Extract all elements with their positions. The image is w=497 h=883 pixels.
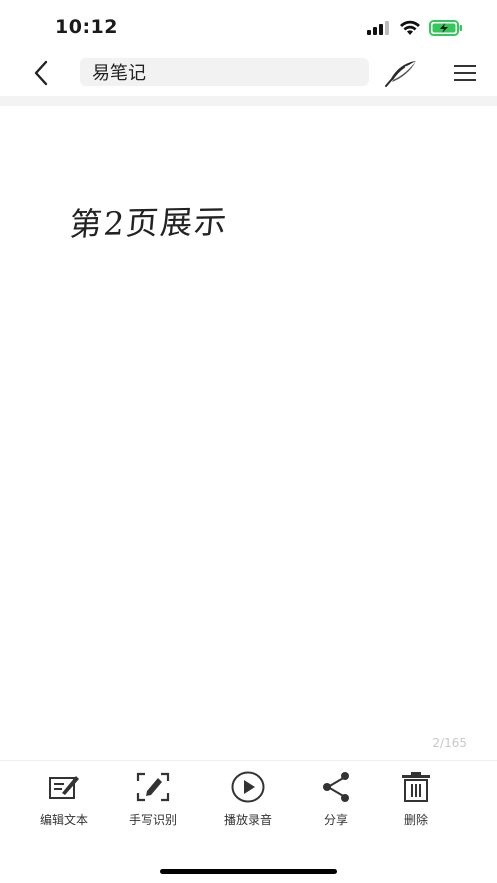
play-circle-icon [231,771,265,803]
home-indicator [160,869,337,874]
share-icon [323,772,349,802]
wifi-icon [400,20,420,35]
hamburger-menu-icon [454,65,476,81]
pen-tool-button[interactable] [383,56,419,90]
note-title-field[interactable]: 易笔记 [80,58,369,86]
handwriting-recognition-label: 手写识别 [128,813,177,827]
chevron-left-icon [34,60,48,86]
feather-pen-icon [385,61,416,87]
menu-button[interactable] [450,58,480,88]
trash-icon [402,772,430,802]
cellular-signal-icon [367,21,389,35]
nav-bar: 易笔记 [0,52,497,94]
battery-charging-icon [429,20,462,36]
handwritten-text: 第2页展示 [68,202,230,244]
nav-divider [0,96,497,106]
delete-label: 删除 [403,813,428,827]
status-bar: 10:12 [0,0,497,52]
status-time: 10:12 [55,16,118,38]
share-button[interactable]: 分享 [296,771,376,828]
play-recording-button[interactable]: 播放录音 [208,771,288,828]
delete-button[interactable]: 删除 [376,771,456,828]
status-icons [367,18,463,38]
edit-text-icon [49,776,79,799]
share-label: 分享 [323,813,348,827]
edit-text-button[interactable]: 编辑文本 [24,771,104,828]
page-counter: 2/165 [432,736,467,750]
bottom-toolbar: 编辑文本 手写识别 播放录音 分享 删除 [0,760,497,851]
back-button[interactable] [26,58,56,88]
edit-text-label: 编辑文本 [39,813,88,827]
scan-pen-icon [136,772,170,802]
play-recording-label: 播放录音 [223,813,272,827]
note-title: 易笔记 [92,63,146,84]
handwriting-recognition-button[interactable]: 手写识别 [113,771,193,828]
handwriting-canvas[interactable]: 第2页展示 2/165 [0,106,497,760]
